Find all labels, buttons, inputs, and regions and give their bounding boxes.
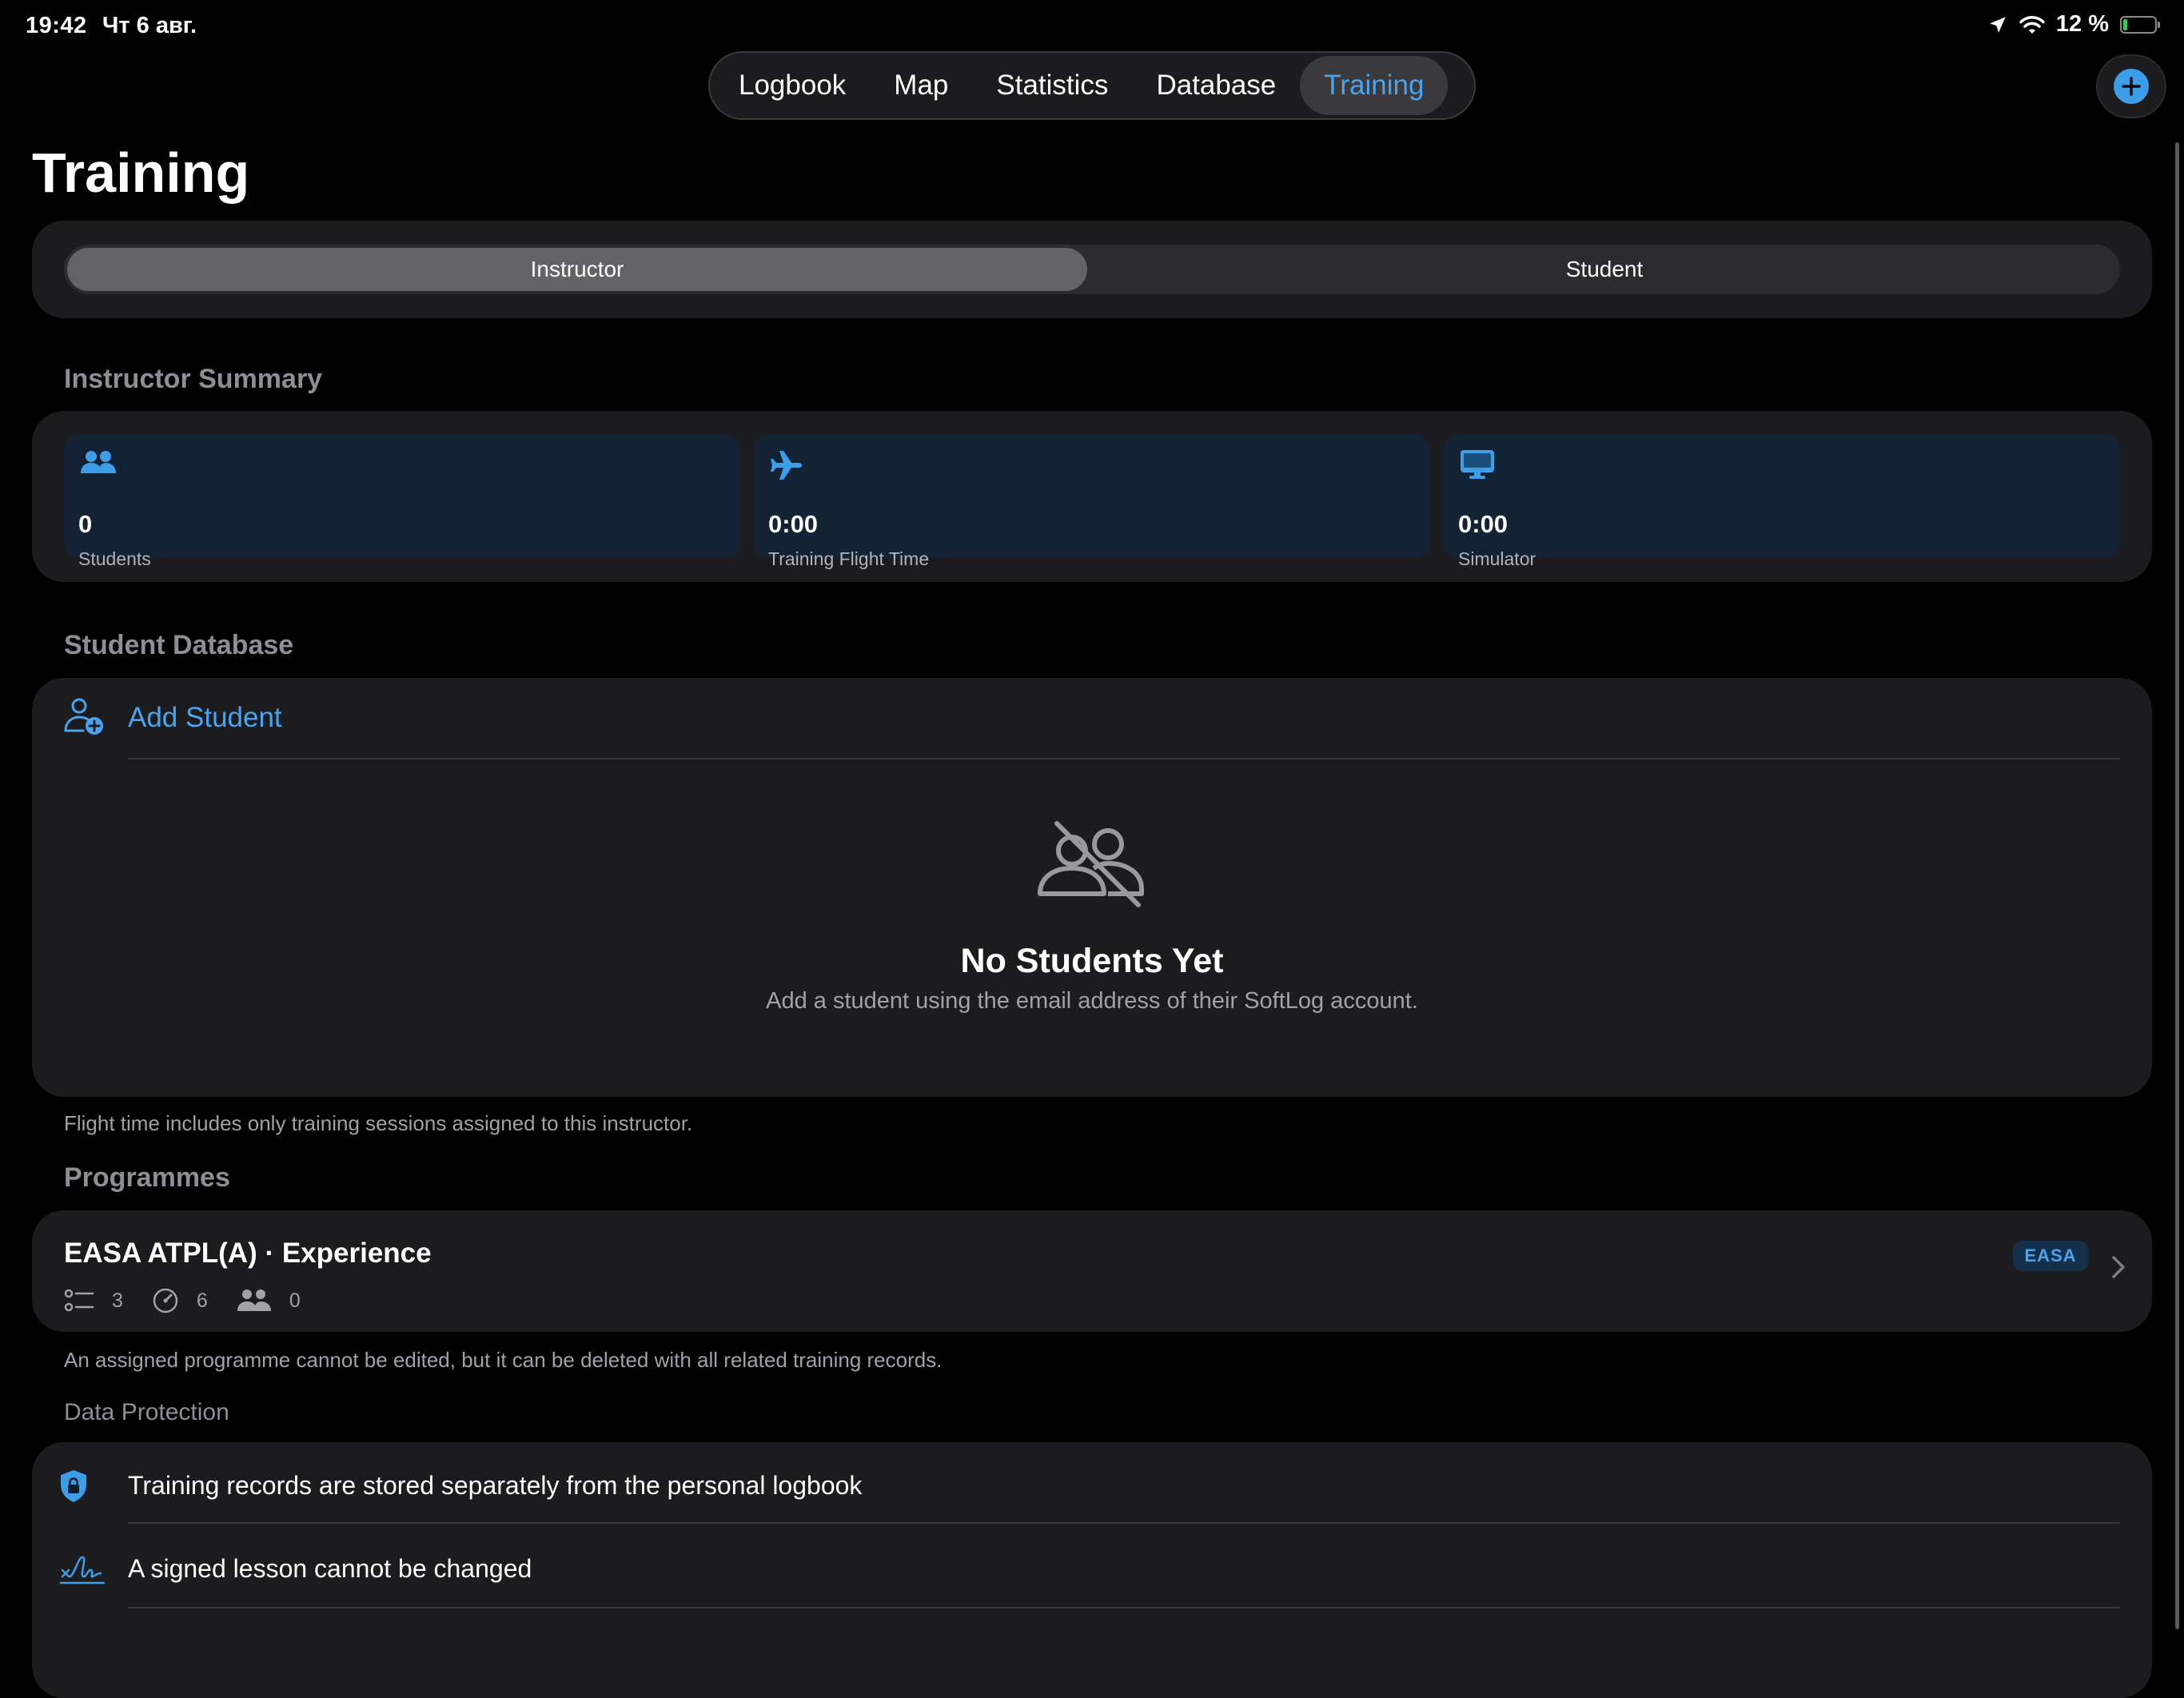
checklist-icon	[64, 1289, 94, 1312]
data-protection-card: Training records are stored separately f…	[32, 1442, 2152, 1698]
role-segment-card: Instructor Student	[32, 221, 2152, 318]
flights-count: 6	[196, 1289, 208, 1312]
gauge-icon	[153, 1288, 178, 1313]
data-protection-item: Training records are stored separately f…	[128, 1471, 863, 1500]
scrollbar[interactable]	[2175, 142, 2179, 1629]
top-tab-bar: Logbook Map Statistics Database Training	[708, 51, 1476, 120]
status-date: Чт 6 авг.	[102, 13, 197, 38]
people-icon	[237, 1289, 271, 1311]
airplane-icon	[771, 451, 802, 480]
monitor-icon	[1461, 450, 1494, 479]
summary-tile-students: 0 Students	[64, 435, 740, 569]
location-arrow-icon	[1990, 16, 2006, 33]
role-segmented-control: Instructor Student	[64, 245, 2120, 294]
summary-label: Simulator	[1458, 548, 1536, 569]
plus-icon	[2114, 69, 2149, 104]
status-time: 19:42	[26, 13, 87, 38]
signature-icon	[59, 1556, 106, 1584]
add-person-icon	[64, 698, 103, 735]
divider	[128, 1607, 2120, 1608]
empty-state-subtitle: Add a student using the email address of…	[766, 988, 1418, 1014]
no-people-icon	[1038, 821, 1144, 907]
summary-value: 0:00	[768, 510, 819, 538]
segment-student[interactable]: Student	[1092, 245, 2117, 294]
instructor-summary-card: 0 Students 0:00 Training Flight Time 0:0…	[32, 411, 2152, 582]
programme-title: EASA ATPL(A) · Experience	[64, 1238, 432, 1269]
data-protection-item: A signed lesson cannot be changed	[128, 1554, 532, 1583]
student-database-card: Add Student No Students Yet Add a studen…	[32, 678, 2152, 1097]
wifi-icon	[2019, 15, 2045, 34]
flight-time-footnote: Flight time includes only training sessi…	[64, 1111, 693, 1135]
instructor-summary-heading: Instructor Summary	[64, 364, 323, 394]
programme-footnote: An assigned programme cannot be edited, …	[64, 1348, 943, 1372]
battery-percent: 12 %	[2055, 11, 2109, 37]
summary-tile-simulator: 0:00 Simulator	[1444, 435, 2120, 569]
lock-shield-icon	[61, 1470, 86, 1502]
add-student-button[interactable]: Add Student	[128, 702, 282, 734]
tab-training[interactable]: Training	[1300, 56, 1449, 115]
programmes-heading: Programmes	[64, 1162, 230, 1193]
page-title: Training	[32, 142, 250, 204]
divider	[128, 1522, 2120, 1524]
easa-badge: EASA	[2013, 1241, 2088, 1271]
lessons-count: 3	[112, 1289, 123, 1312]
tab-map[interactable]: Map	[870, 56, 972, 115]
people-icon	[81, 451, 116, 473]
tab-logbook[interactable]: Logbook	[715, 56, 870, 115]
summary-tile-flight-time: 0:00 Training Flight Time	[754, 435, 1430, 569]
programme-row[interactable]: EASA ATPL(A) · Experience 3 6 0 EASA	[32, 1210, 2152, 1332]
add-button[interactable]	[2096, 54, 2166, 118]
summary-label: Training Flight Time	[768, 548, 930, 569]
battery-icon	[2120, 15, 2160, 34]
tab-statistics[interactable]: Statistics	[972, 56, 1132, 115]
students-count: 0	[289, 1289, 301, 1312]
summary-value: 0	[78, 510, 93, 538]
data-protection-heading: Data Protection	[64, 1399, 229, 1425]
programme-meta: 3 6 0	[64, 1287, 329, 1314]
status-indicators: 12 %	[1987, 11, 2160, 38]
summary-label: Students	[78, 548, 151, 569]
divider	[128, 758, 2120, 759]
empty-state-title: No Students Yet	[960, 942, 1224, 980]
segment-instructor[interactable]: Instructor	[67, 245, 1087, 294]
summary-value: 0:00	[1458, 510, 1508, 538]
student-database-heading: Student Database	[64, 630, 294, 660]
tab-database[interactable]: Database	[1132, 56, 1300, 115]
chevron-right-icon	[2112, 1256, 2125, 1278]
